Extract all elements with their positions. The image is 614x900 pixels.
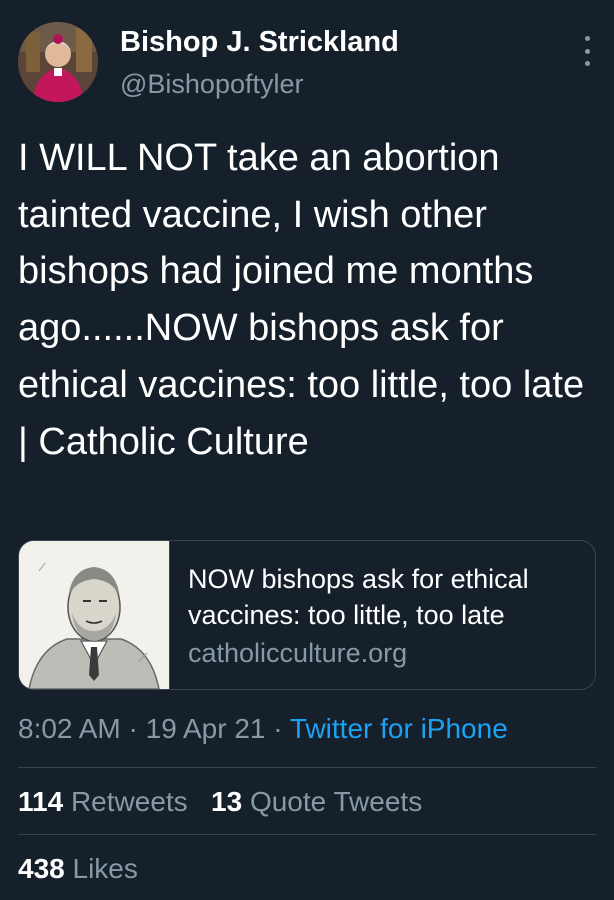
author-display-name[interactable]: Bishop J. Strickland — [120, 26, 399, 59]
retweets-label: Retweets — [70, 786, 188, 817]
divider — [18, 767, 596, 768]
avatar[interactable] — [18, 22, 98, 102]
tweet-source-link[interactable]: Twitter for iPhone — [290, 713, 508, 744]
likes-label: Likes — [72, 853, 138, 884]
link-card-title[interactable]: NOW bishops ask for ethical vaccines: to… — [188, 561, 579, 633]
meta-separator: · — [273, 713, 283, 744]
link-preview-card[interactable]: NOW bishops ask for ethical vaccines: to… — [18, 540, 596, 690]
link-card-domain: catholicculture.org — [188, 638, 408, 668]
tweet-text: I WILL NOT take an abortion tainted vacc… — [18, 137, 585, 463]
tweet-metadata: 8:02 AM · 19 Apr 21 · Twitter for iPhone — [18, 713, 508, 745]
sketch-portrait-thumbnail-icon — [19, 541, 170, 689]
author-handle[interactable]: @Bishopoftyler — [120, 69, 304, 100]
quote-tweets-stat[interactable]: 13 Quote Tweets — [211, 786, 422, 817]
more-vertical-icon[interactable] — [582, 36, 592, 66]
likes-count: 438 — [18, 853, 65, 884]
retweets-stat[interactable]: 114 Retweets — [18, 786, 195, 817]
quote-tweets-count: 13 — [211, 786, 243, 817]
quote-tweets-label: Quote Tweets — [249, 786, 423, 817]
meta-separator: · — [128, 713, 138, 744]
retweets-count: 114 — [18, 786, 64, 817]
profile-photo-icon — [18, 22, 98, 102]
tweet-date[interactable]: 19 Apr 21 — [146, 713, 266, 744]
divider — [18, 834, 596, 835]
engagement-stats: 114 Retweets 13 Quote Tweets — [18, 786, 422, 818]
tweet-time[interactable]: 8:02 AM — [18, 713, 121, 744]
likes-stat[interactable]: 438 Likes — [18, 853, 138, 885]
